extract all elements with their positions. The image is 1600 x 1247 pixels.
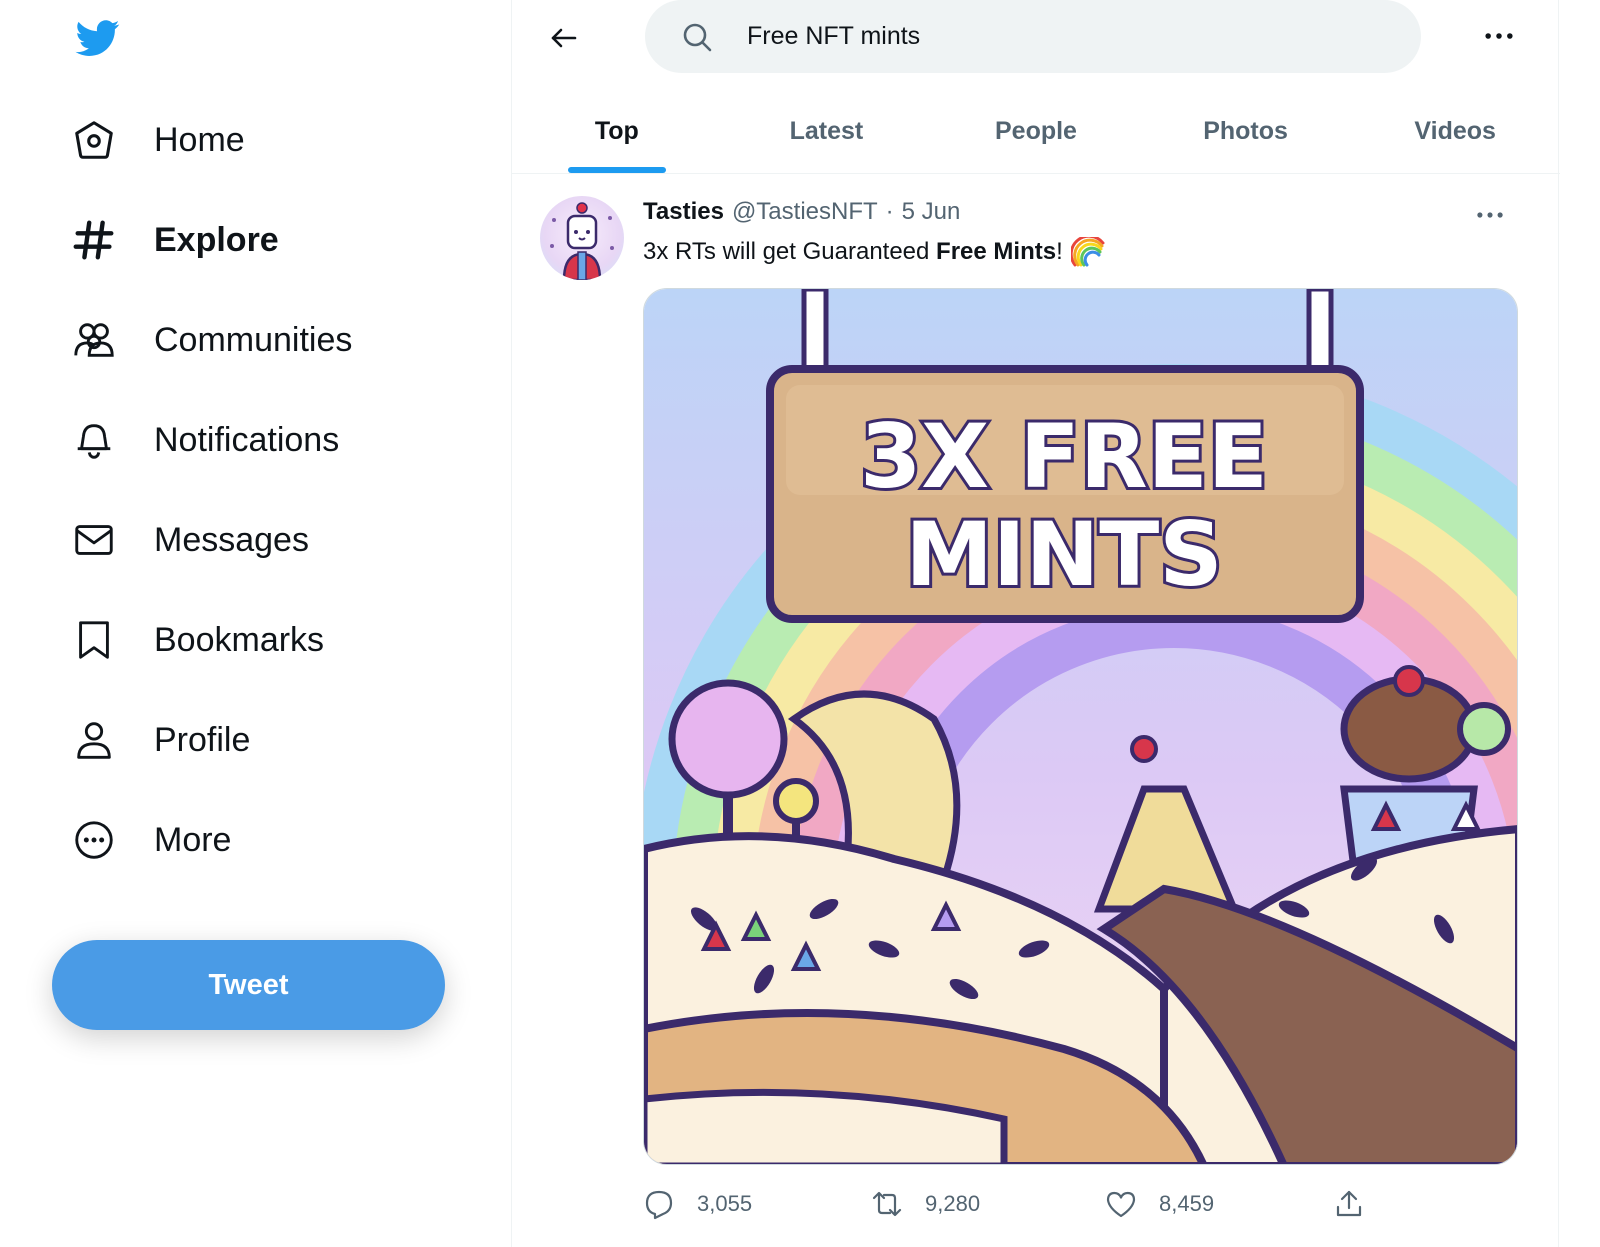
- like-count: 8,459: [1159, 1191, 1215, 1216]
- nav-label-communities: Communities: [154, 320, 353, 359]
- bell-icon: [70, 416, 118, 464]
- reply-icon: [645, 1190, 673, 1220]
- nav-item-messages[interactable]: Messages: [70, 490, 352, 590]
- tab-label: Latest: [789, 117, 864, 145]
- tweet-header: Tasties @TastiesNFT · 5 Jun: [643, 198, 960, 226]
- retweet-button[interactable]: 9,280: [871, 1184, 980, 1224]
- tweet-text: 3x RTs will get Guaranteed Free Mints!: [643, 237, 1105, 267]
- twitter-bird-icon[interactable]: [72, 16, 124, 60]
- tweet-actions: 3,055 9,280 8,459: [643, 1184, 1518, 1224]
- tab-top[interactable]: Top: [512, 90, 722, 173]
- image-text-line2: MINTS: [905, 503, 1222, 606]
- person-icon: [70, 716, 118, 764]
- reply-button[interactable]: 3,055: [643, 1184, 752, 1224]
- nav-label-bookmarks: Bookmarks: [154, 620, 325, 659]
- search-tabs: Top Latest People Photos Videos: [512, 90, 1560, 174]
- search-query[interactable]: Free NFT mints: [747, 22, 920, 51]
- back-arrow-icon[interactable]: [542, 16, 586, 60]
- retweet-count: 9,280: [925, 1191, 981, 1216]
- main-column: Free NFT mints Top Latest People Photos …: [511, 0, 1560, 1247]
- tweet-separator: ·: [885, 198, 894, 225]
- left-sidebar: Home Explore Communities Notifications M…: [0, 0, 512, 1247]
- nav-item-bookmarks[interactable]: Bookmarks: [70, 590, 352, 690]
- active-tab-indicator: [567, 167, 666, 173]
- nav-item-profile[interactable]: Profile: [70, 690, 352, 790]
- share-icon: [1336, 1190, 1362, 1217]
- search-input[interactable]: Free NFT mints: [645, 0, 1421, 73]
- nav-label-profile: Profile: [154, 720, 251, 759]
- tweet-author-name[interactable]: Tasties: [643, 198, 724, 226]
- tweet-text-bold: Free Mints: [936, 238, 1057, 265]
- image-text-line1: 3X FREE: [860, 405, 1268, 508]
- tab-label: Top: [594, 117, 639, 145]
- tweet-date[interactable]: 5 Jun: [902, 198, 961, 226]
- communities-icon: [70, 316, 118, 364]
- nav-item-home[interactable]: Home: [70, 90, 352, 190]
- home-icon: [70, 116, 118, 164]
- tab-label: Videos: [1414, 117, 1496, 145]
- tab-people[interactable]: People: [931, 90, 1141, 173]
- tab-label: People: [994, 117, 1077, 145]
- tab-videos[interactable]: Videos: [1350, 90, 1560, 173]
- nav-label-more: More: [154, 820, 232, 859]
- nav-item-explore[interactable]: Explore: [70, 190, 352, 290]
- tab-label: Photos: [1203, 117, 1288, 145]
- search-icon: [683, 23, 712, 51]
- nav-item-communities[interactable]: Communities: [70, 290, 352, 390]
- tweet-image[interactable]: 3X FREE MINTS: [643, 288, 1518, 1165]
- tweet-text-before: 3x RTs will get Guaranteed: [643, 238, 937, 265]
- tweet-author-handle[interactable]: @TastiesNFT: [732, 198, 878, 226]
- tab-latest[interactable]: Latest: [722, 90, 932, 173]
- nav-label-messages: Messages: [154, 520, 309, 559]
- heart-icon: [1106, 1191, 1136, 1218]
- nav-item-more[interactable]: More: [70, 790, 352, 890]
- nav-label-notifications: Notifications: [154, 420, 340, 459]
- rainbow-emoji-icon: [1070, 237, 1105, 267]
- tab-photos[interactable]: Photos: [1141, 90, 1351, 173]
- tweet-more-icon[interactable]: [1472, 200, 1508, 230]
- bookmark-icon: [70, 616, 118, 664]
- more-circle-icon: [70, 816, 118, 864]
- nav-label-explore: Explore: [154, 220, 279, 259]
- retweet-icon: [872, 1191, 902, 1217]
- primary-nav: Home Explore Communities Notifications M…: [70, 90, 352, 890]
- envelope-icon: [70, 516, 118, 564]
- nav-label-home: Home: [154, 120, 245, 159]
- tweet-text-after: !: [1056, 238, 1063, 265]
- avatar[interactable]: [540, 196, 624, 280]
- overflow-menu-icon[interactable]: [1479, 18, 1519, 54]
- like-button[interactable]: 8,459: [1105, 1184, 1214, 1224]
- nav-item-notifications[interactable]: Notifications: [70, 390, 352, 490]
- share-button[interactable]: [1333, 1184, 1365, 1224]
- reply-count: 3,055: [697, 1191, 753, 1216]
- tweet-button[interactable]: Tweet: [52, 940, 445, 1030]
- hashtag-icon: [70, 216, 118, 264]
